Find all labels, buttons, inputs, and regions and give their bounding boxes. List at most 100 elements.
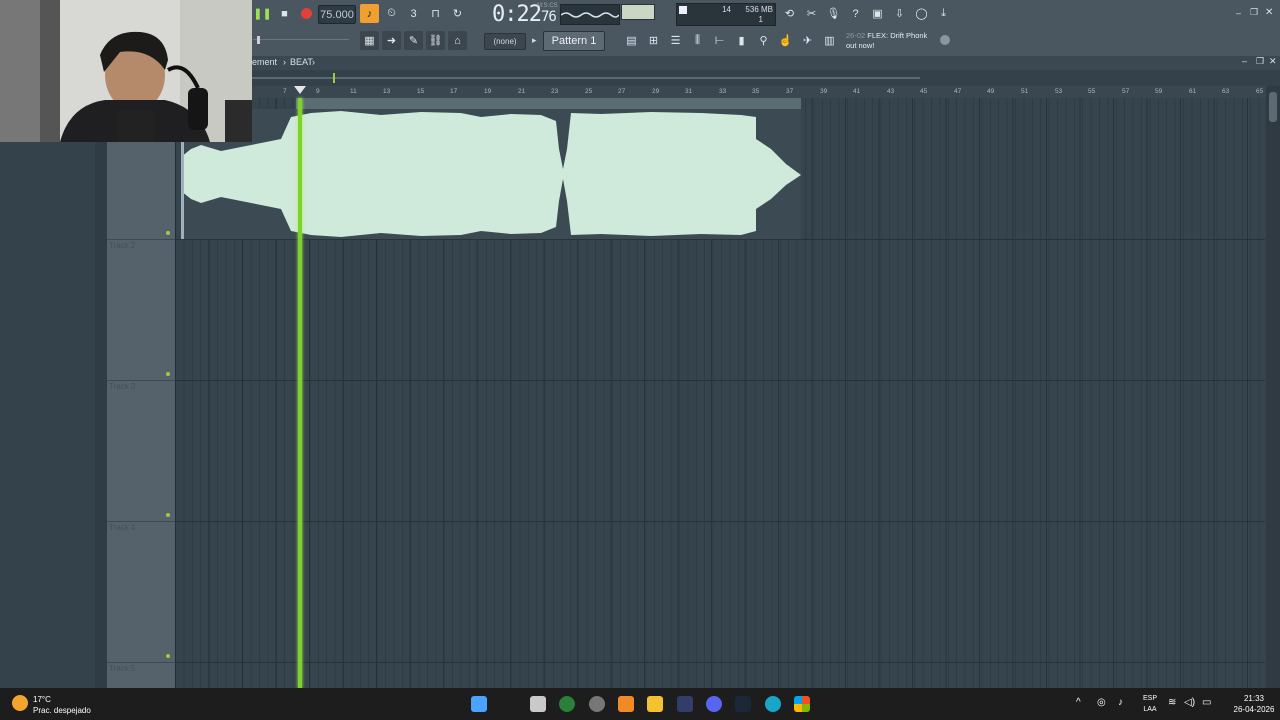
fl-studio-icon[interactable] (618, 696, 634, 712)
weather-icon[interactable] (12, 695, 28, 711)
tray-mic-icon[interactable]: ♪ (1118, 697, 1123, 708)
tray-chevron-icon[interactable]: ^ (1076, 697, 1081, 708)
track-mute-led[interactable] (166, 654, 170, 658)
store-icon[interactable] (794, 696, 810, 712)
close-icon[interactable]: ✕ (1265, 7, 1273, 18)
playhead-marker-icon[interactable] (294, 86, 306, 94)
record-button[interactable] (297, 4, 316, 23)
mixer-icon[interactable]: ⫼ (688, 31, 707, 50)
playlist-icon[interactable]: ▤ (622, 31, 641, 50)
language-indicator[interactable]: ESP LAA (1141, 693, 1159, 715)
track-mute-led[interactable] (166, 231, 170, 235)
loop-record-icon[interactable]: ↻ (448, 4, 467, 23)
horizontal-scrollbar[interactable] (252, 70, 1280, 86)
main-pitch-slider[interactable] (253, 35, 349, 45)
battery-icon[interactable]: ▭ (1202, 697, 1211, 708)
track-header-5[interactable]: Track 5 (107, 662, 175, 689)
system-clock[interactable]: 21:33 26-04-2026 (1232, 693, 1276, 715)
ruler-mark: 35 (752, 88, 760, 95)
weather-text: Prac. despejado (33, 706, 91, 715)
scrollbar-thumb[interactable] (1269, 92, 1277, 122)
steam-icon[interactable] (735, 696, 751, 712)
time-fraction: 76 (540, 9, 557, 25)
master-volume-meter[interactable] (621, 4, 655, 20)
step-sequencer-icon[interactable]: ⊞ (644, 31, 663, 50)
browser-splitter[interactable] (95, 142, 107, 688)
metronome-icon[interactable]: ♪ (360, 4, 379, 23)
playlist-restore-icon[interactable]: ❐ (1256, 56, 1264, 67)
track-header-3[interactable]: Track 3 (107, 380, 175, 522)
render-icon[interactable]: ⇩ (890, 4, 909, 23)
obs-icon[interactable] (589, 696, 605, 712)
wifi-icon[interactable]: ≋ (1168, 697, 1176, 708)
webcam-overlay (0, 0, 252, 142)
tempo-display[interactable]: 75.000 (318, 5, 356, 24)
windows-taskbar: 17°C Prac. despejado ^ ◎ ♪ ESP LAA ≋ ◁) … (0, 688, 1280, 720)
track-name: Track 4 (109, 523, 136, 532)
track-header-4[interactable]: Track 4 (107, 521, 175, 663)
save-icon[interactable]: ▣ (868, 4, 887, 23)
discord-icon[interactable] (706, 696, 722, 712)
project-icon[interactable]: ✈ (798, 31, 817, 50)
oscilloscope (560, 4, 620, 25)
loop-region-bar[interactable] (296, 98, 801, 109)
weather-widget[interactable]: 17°C Prac. despejado (33, 694, 91, 716)
pencil-icon[interactable]: ✎ (404, 31, 423, 50)
timeline-ruler[interactable]: 7 9 11 13 15 17 19 21 23 25 27 29 31 33 … (252, 86, 1267, 98)
chrome-icon[interactable] (559, 696, 575, 712)
file-explorer-icon[interactable] (647, 696, 663, 712)
ruler-mark: 15 (417, 88, 425, 95)
arrow-right-icon[interactable]: ➜ (382, 31, 401, 50)
polyphony-value: 1 (758, 15, 763, 24)
track-mute-led[interactable] (166, 372, 170, 376)
chat-icon[interactable]: ◯ (912, 4, 931, 23)
volume-icon[interactable]: ◁) (1184, 697, 1195, 708)
language-top: ESP (1142, 695, 1157, 702)
minimize-icon[interactable]: – (1236, 8, 1241, 18)
vertical-scrollbar[interactable] (1266, 86, 1280, 688)
help-icon[interactable]: ? (846, 4, 865, 23)
breadcrumb-separator: › (312, 57, 315, 67)
news-panel[interactable]: 26-02 FLEX: Drift Phonk out now! (846, 31, 946, 53)
stop-icon[interactable]: ■ (275, 4, 294, 23)
task-view-icon[interactable] (530, 696, 546, 712)
edge-icon[interactable] (765, 696, 781, 712)
breadcrumb-prefix[interactable]: ement (252, 57, 277, 67)
restore-icon[interactable]: ❐ (1250, 7, 1258, 18)
playlist-close-icon[interactable]: ✕ (1269, 56, 1277, 67)
undo-history-icon[interactable]: ⟲ (780, 4, 799, 23)
ruler-mark: 63 (1222, 88, 1230, 95)
pause-icon[interactable]: ❚❚ (253, 4, 272, 23)
download-icon[interactable]: ⤓ (934, 4, 953, 23)
playhead-line[interactable] (298, 98, 302, 688)
browser-panel[interactable] (0, 142, 108, 688)
piano-roll-icon[interactable]: ▦ (360, 31, 379, 50)
microphone-icon[interactable]: 🎙 (824, 4, 843, 23)
browser-icon[interactable]: ⊢ (710, 31, 729, 50)
step-icon[interactable]: ⊓ (426, 4, 445, 23)
track-header-2[interactable]: Track 2 (107, 239, 175, 381)
start-icon[interactable] (471, 696, 487, 712)
audio-clip[interactable] (181, 109, 801, 239)
countdown-icon[interactable]: 3 (404, 4, 423, 23)
snap-selector[interactable]: (none) (484, 33, 526, 50)
cut-icon[interactable]: ✂ (802, 4, 821, 23)
plugin-icon[interactable]: ▮ (732, 31, 751, 50)
breadcrumb-current[interactable]: BEAT (290, 57, 313, 67)
pattern-selector[interactable]: Pattern 1 (543, 31, 605, 51)
touch-icon[interactable]: ☝ (776, 31, 795, 50)
track-name: Track 2 (109, 241, 136, 250)
track-mute-led[interactable] (166, 513, 170, 517)
news-refresh-icon[interactable] (940, 35, 950, 45)
shop-icon[interactable]: ▥ (820, 31, 839, 50)
app-icon[interactable] (677, 696, 693, 712)
stamp-icon[interactable]: ⌂ (448, 31, 467, 50)
playlist-minimize-icon[interactable]: – (1242, 56, 1247, 66)
pattern-prev-icon[interactable]: ▸ (532, 35, 537, 46)
plug-icon[interactable]: ⚲ (754, 31, 773, 50)
link-icon[interactable]: ⛓ (426, 31, 445, 50)
ruler-mark: 23 (551, 88, 559, 95)
channel-rack-icon[interactable]: ☰ (666, 31, 685, 50)
wait-icon[interactable]: ⏲ (382, 4, 401, 23)
tray-app-icon[interactable]: ◎ (1097, 697, 1106, 708)
